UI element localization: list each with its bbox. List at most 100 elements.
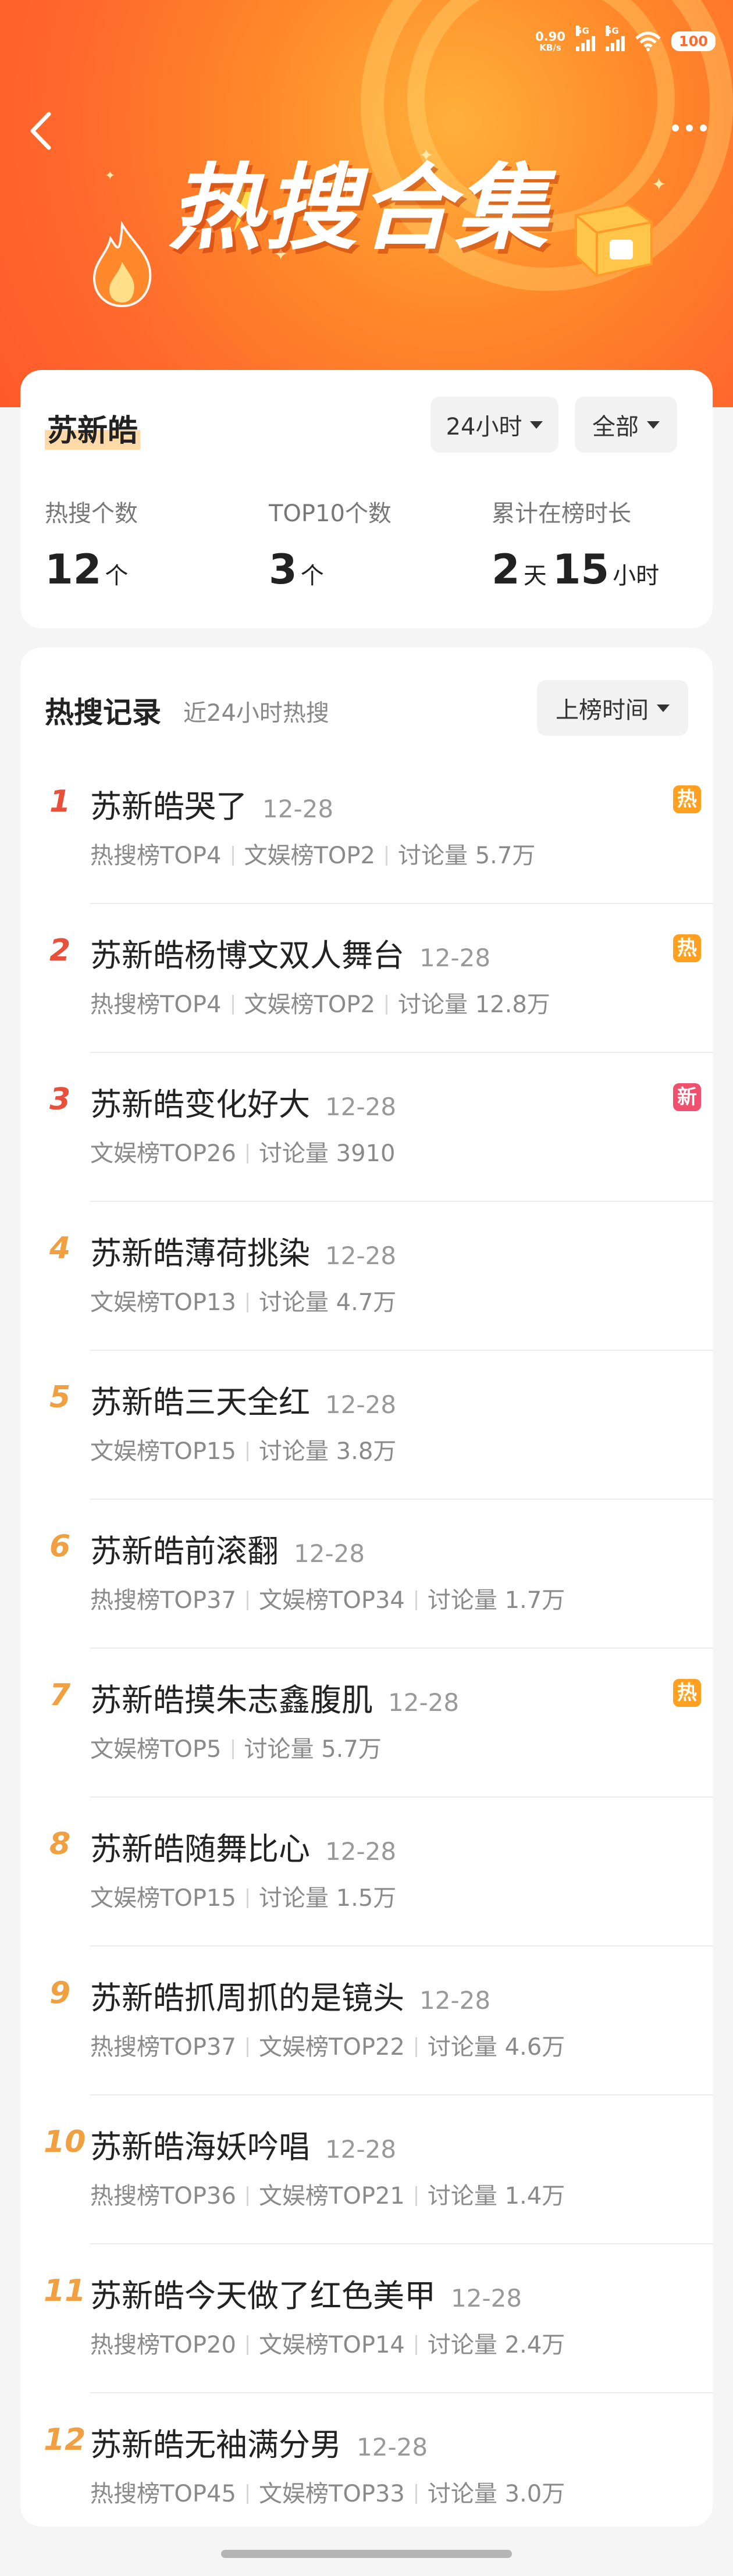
rank-number: 1 [49, 784, 71, 819]
meta-separator [246, 2335, 248, 2355]
page-title: 热搜合集 [169, 154, 551, 262]
list-item[interactable]: 3 苏新皓变化好大 12-28 文娱榜TOP26 讨论量 3910 新 [20, 1053, 713, 1202]
records-card: 热搜记录 近24小时热搜 上榜时间 1 苏新皓哭了 12-28 热搜榜TOP4 文娱榜T… [20, 647, 713, 2527]
meta-text: 文娱榜TOP15 [90, 1885, 236, 1912]
keyword-line: 苏新皓杨博文双人舞台 12-28 [90, 930, 490, 976]
flame-icon [92, 221, 152, 308]
keyword-line: 苏新皓今天做了红色美甲 12-28 [90, 2270, 522, 2316]
caret-down-icon [530, 421, 543, 429]
meta-text: 讨论量 1.4万 [427, 2183, 565, 2209]
keyword-text: 苏新皓无袖满分男 [90, 2426, 341, 2463]
keyword-line: 苏新皓随舞比心 12-28 [90, 1823, 396, 1869]
home-indicator[interactable] [221, 2550, 512, 2558]
meta-separator [246, 1144, 248, 1164]
network-speed-unit: KB/s [539, 42, 561, 53]
meta-text: 热搜榜TOP37 [90, 1587, 236, 1614]
keyword-text: 苏新皓三天全红 [90, 1384, 310, 1421]
battery-indicator: 100 [671, 31, 716, 51]
list-item[interactable]: 2 苏新皓杨博文双人舞台 12-28 热搜榜TOP4 文娱榜TOP2 讨论量 12.8万 热 [20, 904, 713, 1053]
meta-text: 热搜榜TOP20 [90, 2332, 236, 2358]
stat-days: 2 [492, 546, 520, 593]
meta-text: 文娱榜TOP34 [258, 1587, 405, 1614]
time-range-dropdown[interactable]: 24小时 [430, 397, 558, 453]
more-dot-icon [700, 124, 707, 131]
caret-down-icon [657, 704, 670, 712]
meta-text: 讨论量 4.7万 [258, 1289, 397, 1316]
signal-icon: 5G [575, 26, 595, 51]
new-badge: 新 [673, 1083, 701, 1111]
summary-card: 苏新皓 24小时 全部 热搜个数 12 个 TOP10个数 3个 累计在榜时长 2… [20, 370, 713, 628]
list-item[interactable]: 9 苏新皓抓周抓的是镜头 12-28 热搜榜TOP37 文娱榜TOP22 讨论量 4.6万 [20, 1947, 713, 2095]
network-speed: 0.90 KB/s [535, 30, 565, 52]
list-item[interactable]: 4 苏新皓薄荷挑染 12-28 文娱榜TOP13 讨论量 4.7万 [20, 1202, 713, 1351]
back-arrow-icon[interactable] [26, 111, 55, 151]
stat-number: 3 [269, 546, 297, 593]
keyword-text: 苏新皓哭了 [90, 788, 247, 825]
meta-line: 热搜榜TOP20 文娱榜TOP14 讨论量 2.4万 [90, 2326, 565, 2360]
list-item[interactable]: 8 苏新皓随舞比心 12-28 文娱榜TOP15 讨论量 1.5万 [20, 1798, 713, 1947]
keyword-line: 苏新皓薄荷挑染 12-28 [90, 1227, 396, 1273]
meta-text: 文娱榜TOP15 [90, 1438, 236, 1465]
keyword-date: 12-28 [325, 1093, 397, 1121]
stat-value: 3个 [269, 546, 392, 593]
stat-hot-count: 热搜个数 12 个 [45, 494, 138, 593]
meta-text: 讨论量 5.7万 [398, 842, 536, 869]
scope-label: 全部 [592, 414, 639, 440]
list-item[interactable]: 12 苏新皓无袖满分男 12-28 热搜榜TOP45 文娱榜TOP33 讨论量 3.0万 [20, 2393, 713, 2542]
stat-label: 热搜个数 [45, 500, 138, 527]
keyword-line: 苏新皓海妖吟唱 12-28 [90, 2121, 396, 2167]
keyword-line: 苏新皓哭了 12-28 [90, 781, 333, 827]
meta-text: 讨论量 3.8万 [258, 1438, 397, 1465]
network-type-label: 5G [575, 26, 589, 36]
keyword-date: 12-28 [451, 2284, 522, 2312]
rank-number: 11 [44, 2273, 86, 2308]
sort-label: 上榜时间 [556, 697, 649, 724]
list-item[interactable]: 5 苏新皓三天全红 12-28 文娱榜TOP15 讨论量 3.8万 [20, 1351, 713, 1500]
keyword-text: 苏新皓摸朱志鑫腹肌 [90, 1682, 373, 1718]
sort-dropdown[interactable]: 上榜时间 [537, 680, 688, 736]
list-item[interactable]: 6 苏新皓前滚翻 12-28 热搜榜TOP37 文娱榜TOP34 讨论量 1.7万 [20, 1500, 713, 1649]
keyword-line: 苏新皓抓周抓的是镜头 12-28 [90, 1972, 490, 2018]
meta-text: 文娱榜TOP33 [258, 2481, 405, 2507]
scope-dropdown[interactable]: 全部 [575, 397, 677, 453]
keyword-date: 12-28 [325, 2135, 397, 2164]
meta-separator [386, 846, 387, 866]
hero-banner: ✦ ✦ ✦ ✦ 0.90 KB/s 5G 5G 100 热搜合集 [0, 0, 733, 407]
list-item[interactable]: 10 苏新皓海妖吟唱 12-28 热搜榜TOP36 文娱榜TOP21 讨论量 1.4万 [20, 2095, 713, 2244]
network-speed-value: 0.90 [535, 30, 565, 44]
caret-down-icon [647, 421, 660, 429]
keyword-date: 12-28 [388, 1688, 460, 1717]
meta-separator [415, 2037, 417, 2057]
meta-text: 讨论量 5.7万 [244, 1736, 382, 1763]
meta-text: 文娱榜TOP22 [258, 2034, 405, 2061]
stat-value: 12 个 [45, 546, 138, 593]
keyword-line: 苏新皓无袖满分男 12-28 [90, 2419, 428, 2465]
meta-text: 热搜榜TOP45 [90, 2481, 236, 2507]
status-bar: 0.90 KB/s 5G 5G 100 [535, 26, 716, 52]
keyword-text: 苏新皓海妖吟唱 [90, 2129, 310, 2165]
meta-text: 讨论量 4.6万 [427, 2034, 565, 2061]
meta-text: 热搜榜TOP37 [90, 2034, 236, 2061]
rank-number: 10 [44, 2125, 86, 2159]
more-options-button[interactable] [663, 116, 716, 140]
sparkle-icon: ✦ [105, 169, 116, 183]
list-item[interactable]: 11 苏新皓今天做了红色美甲 12-28 热搜榜TOP20 文娱榜TOP14 讨论量 2.… [20, 2244, 713, 2393]
time-range-label: 24小时 [446, 414, 522, 440]
rank-number: 6 [49, 1529, 71, 1564]
stat-value: 2 天 15 小时 [492, 546, 659, 593]
meta-separator [246, 1293, 248, 1312]
keyword-date: 12-28 [262, 795, 334, 823]
meta-line: 文娱榜TOP15 讨论量 1.5万 [90, 1879, 396, 1913]
stat-number: 12 [45, 546, 102, 593]
keyword-line: 苏新皓前滚翻 12-28 [90, 1525, 365, 1571]
meta-line: 文娱榜TOP15 讨论量 3.8万 [90, 1432, 396, 1466]
list-item[interactable]: 7 苏新皓摸朱志鑫腹肌 12-28 文娱榜TOP5 讨论量 5.7万 热 [20, 1649, 713, 1798]
meta-text: 文娱榜TOP21 [258, 2183, 405, 2209]
records-title: 热搜记录 [45, 696, 161, 730]
rank-number: 12 [44, 2422, 86, 2457]
list-item[interactable]: 1 苏新皓哭了 12-28 热搜榜TOP4 文娱榜TOP2 讨论量 5.7万 热 [20, 755, 713, 904]
meta-line: 文娱榜TOP5 讨论量 5.7万 [90, 1730, 382, 1764]
meta-text: 热搜榜TOP4 [90, 842, 222, 869]
stat-unit: 个 [300, 563, 324, 589]
meta-text: 文娱榜TOP14 [258, 2332, 405, 2358]
